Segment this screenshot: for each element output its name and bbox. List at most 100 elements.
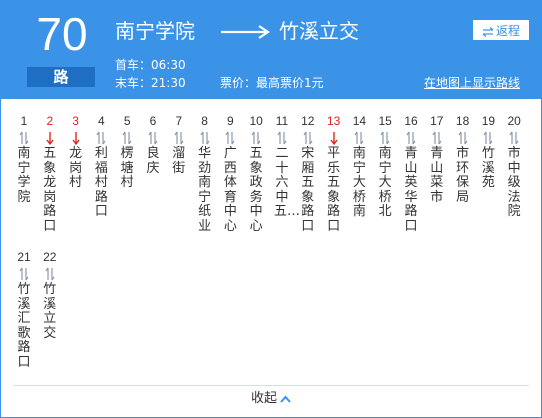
stop-name: 竹溪汇歌路口 [17, 282, 31, 370]
stop-item[interactable]: 1 南宁学院 [11, 113, 37, 205]
stop-name: 广西体育中心 [223, 146, 237, 234]
divider [13, 385, 529, 386]
bidirectional-arrow-icon [354, 131, 364, 145]
reverse-direction-button[interactable]: 返程 [473, 20, 529, 40]
first-bus-time: 首车：06:30 [115, 58, 186, 72]
stop-number: 14 [352, 114, 367, 128]
fare-info: 票价：最高票价1元 [220, 76, 324, 90]
stop-item[interactable]: 4 利福村路口 [88, 113, 114, 220]
stop-number: 5 [123, 114, 131, 128]
stop-name: 龙岗村 [69, 146, 83, 191]
schedule-times: 首车：06:30 末车：21:30 [115, 56, 186, 92]
stop-number: 1 [20, 114, 28, 128]
bidirectional-arrow-icon [200, 131, 210, 145]
stop-item[interactable]: 2 五象龙岗路口 [37, 113, 63, 235]
stop-name: 市环保局 [456, 146, 470, 205]
stop-name: 青山菜市 [430, 146, 444, 205]
direction-arrow-icon [221, 25, 270, 39]
stop-item[interactable]: 11 二十六中五… [269, 113, 301, 220]
stop-number: 20 [507, 114, 521, 128]
bidirectional-arrow-icon [277, 131, 287, 145]
bidirectional-arrow-icon [174, 131, 184, 145]
stop-number: 10 [249, 114, 263, 128]
bidirectional-arrow-icon [251, 131, 261, 145]
route-unit-label: 路 [27, 67, 95, 87]
stop-number: 3 [72, 114, 79, 128]
stop-name: 南宁大桥北 [378, 146, 392, 220]
stop-number: 13 [326, 114, 341, 128]
stop-number: 21 [17, 250, 31, 264]
bus-route-card: 70 路 南宁学院 竹溪立交 返程 首车：06:30 末车：21:30 票价：最… [0, 0, 542, 418]
stop-name: 楞塘村 [120, 146, 134, 191]
stop-item[interactable]: 12 宋厢五象路口 [295, 113, 321, 235]
stop-name: 市中级法院 [507, 146, 521, 220]
collapse-label: 收起 [250, 391, 277, 406]
stop-item[interactable]: 10 五象政务中心 [243, 113, 269, 235]
stop-number: 2 [46, 114, 54, 128]
bidirectional-arrow-icon [19, 267, 29, 281]
stop-name: 平乐五象路口 [327, 146, 341, 234]
stop-item[interactable]: 8 华劲南宁纸业 [192, 113, 218, 235]
stop-item[interactable]: 14 南宁大桥南 [346, 113, 372, 220]
bidirectional-arrow-icon [122, 131, 132, 145]
stop-name: 五象政务中心 [249, 146, 263, 234]
stop-item[interactable]: 20 市中级法院 [501, 113, 527, 220]
bidirectional-arrow-icon [380, 131, 390, 145]
stop-item[interactable]: 22 竹溪立交 [37, 249, 63, 341]
stop-item[interactable]: 5 楞塘村 [114, 113, 140, 191]
one-way-arrow-icon [46, 132, 54, 146]
stop-name: 青山英华路口 [404, 146, 418, 234]
stop-name: 五象龙岗路口 [43, 146, 57, 234]
bidirectional-arrow-icon [483, 131, 493, 145]
stop-item[interactable]: 13 平乐五象路口 [321, 113, 347, 235]
stop-name: 竹溪苑 [481, 146, 495, 191]
bidirectional-arrow-icon [509, 131, 519, 145]
stop-number: 12 [301, 114, 315, 128]
stop-item[interactable]: 6 良庆 [140, 113, 166, 176]
stop-item[interactable]: 18 市环保局 [450, 113, 476, 205]
reverse-button-label: 返程 [495, 24, 520, 38]
collapse-button[interactable]: 收起 [1, 391, 541, 407]
one-way-arrow-icon [72, 132, 80, 146]
bidirectional-arrow-icon [458, 131, 468, 145]
destination-stop: 竹溪立交 [279, 19, 359, 43]
stop-item[interactable]: 17 青山菜市 [424, 113, 450, 205]
stop-number: 16 [404, 114, 418, 128]
stop-item[interactable]: 19 竹溪苑 [475, 113, 501, 191]
stop-name: 二十六中五… [274, 146, 301, 220]
stop-item[interactable]: 7 溜街 [166, 113, 192, 176]
bidirectional-arrow-icon [432, 131, 442, 145]
stop-number: 6 [149, 114, 157, 128]
stop-number: 22 [43, 250, 57, 264]
stop-item[interactable]: 16 青山英华路口 [398, 113, 424, 235]
stop-number: 9 [227, 114, 234, 128]
stop-number: 11 [275, 114, 289, 128]
one-way-arrow-icon [330, 132, 338, 146]
chevron-up-icon [280, 395, 291, 403]
bidirectional-arrow-icon [19, 131, 29, 145]
stop-name: 南宁学院 [17, 146, 31, 205]
show-route-on-map-link[interactable]: 在地图上显示路线 [424, 74, 520, 92]
stop-name: 宋厢五象路口 [301, 146, 315, 234]
bidirectional-arrow-icon [303, 131, 313, 145]
stop-name: 竹溪立交 [43, 282, 57, 341]
bidirectional-arrow-icon [148, 131, 158, 145]
stop-item[interactable]: 15 南宁大桥北 [372, 113, 398, 220]
stop-item[interactable]: 3 龙岗村 [63, 113, 89, 191]
stop-name: 溜街 [172, 146, 186, 176]
stop-item[interactable]: 21 竹溪汇歌路口 [11, 249, 37, 371]
bidirectional-arrow-icon [406, 131, 416, 145]
stop-number: 8 [201, 114, 208, 128]
bidirectional-arrow-icon [45, 267, 55, 281]
route-number: 70 [36, 8, 88, 60]
bidirectional-arrow-icon [96, 131, 106, 145]
stop-name: 南宁大桥南 [352, 146, 366, 220]
stop-number: 19 [481, 114, 496, 128]
origin-stop: 南宁学院 [115, 19, 195, 43]
stop-number: 4 [98, 114, 105, 128]
stop-item[interactable]: 9 广西体育中心 [217, 113, 243, 235]
last-bus-time: 末车：21:30 [115, 76, 186, 90]
bidirectional-arrow-icon [225, 131, 235, 145]
stop-name: 良庆 [146, 146, 160, 176]
stop-number: 15 [378, 114, 392, 128]
